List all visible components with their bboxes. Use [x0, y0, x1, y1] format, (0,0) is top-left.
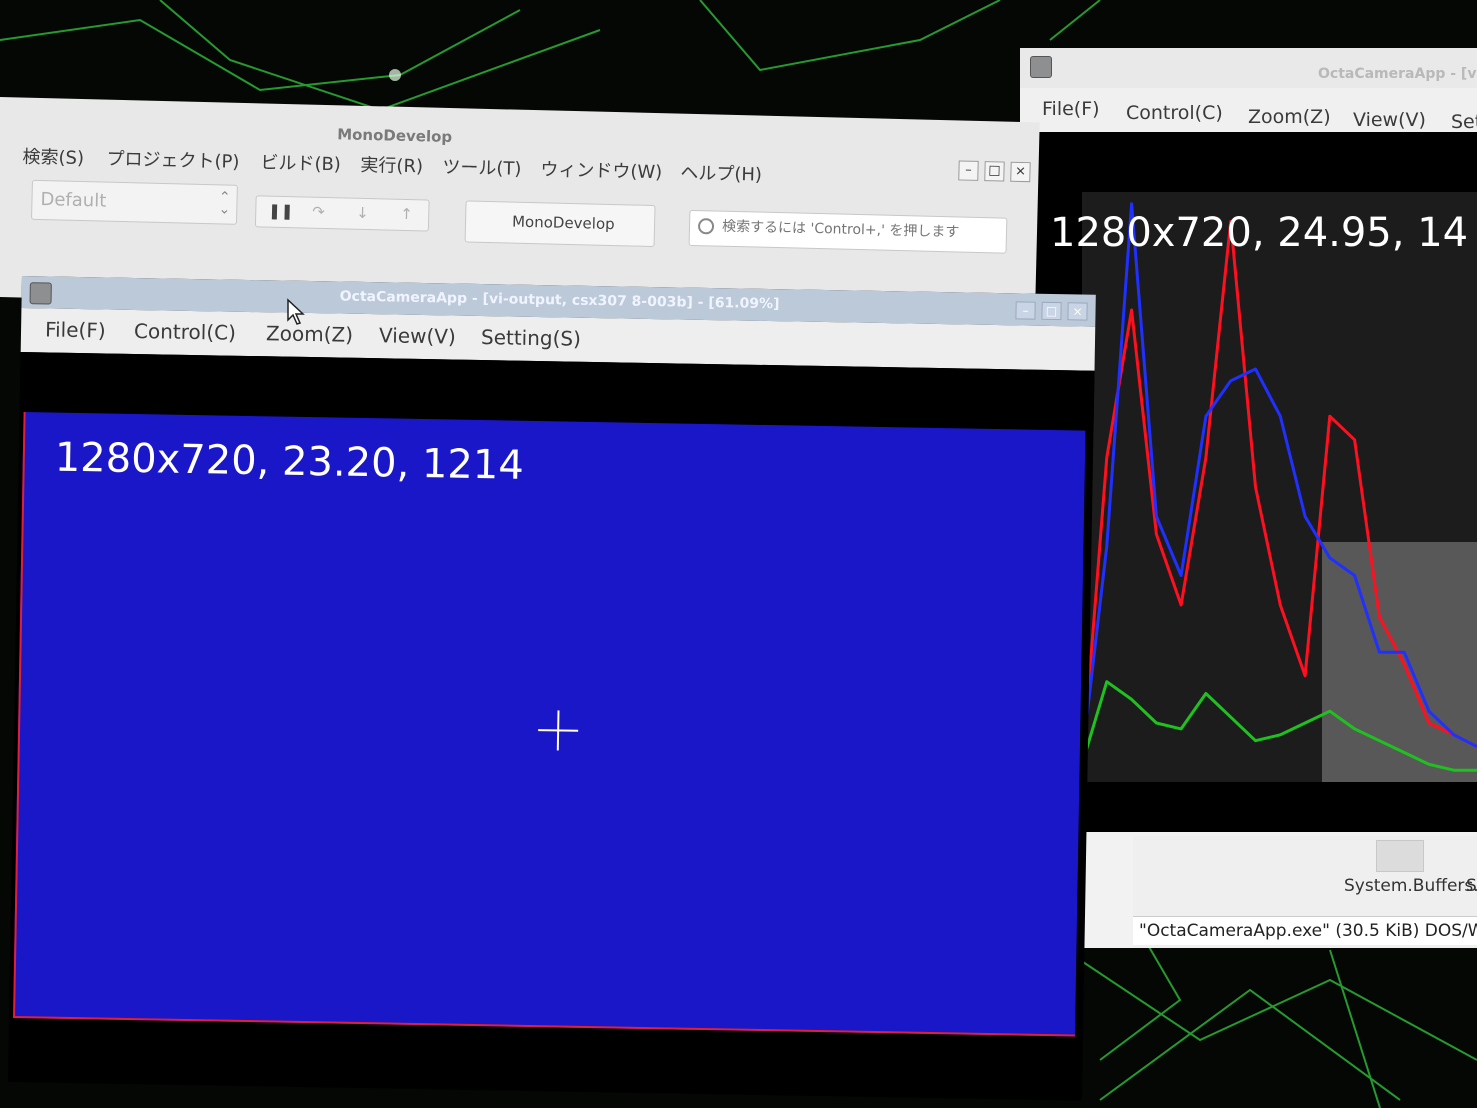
mouse-cursor-icon	[287, 298, 305, 325]
search-icon	[697, 218, 715, 235]
menu-project[interactable]: プロジェクト(P)	[106, 145, 240, 174]
menu-setting[interactable]: Set	[1451, 111, 1477, 133]
window-title: OctaCameraApp - [vi	[1318, 66, 1477, 82]
menu-view[interactable]: View(V)	[1353, 109, 1426, 131]
file-status-bar: "OctaCameraApp.exe" (30.5 KiB) DOS/Wi	[1133, 916, 1477, 945]
menu-window[interactable]: ウィンドウ(W)	[540, 155, 662, 184]
step-out-icon[interactable]: ↑	[400, 205, 413, 223]
search-input[interactable]	[719, 217, 1005, 243]
status-box: MonoDevelop	[464, 200, 656, 248]
file-name-next[interactable]: S	[1466, 876, 1477, 896]
window-title: OctaCameraApp - [vi-output, csx307 8-003…	[339, 288, 780, 313]
search-box[interactable]	[688, 209, 1008, 254]
minimize-button[interactable]: –	[1015, 301, 1036, 320]
menu-build[interactable]: ビルド(B)	[260, 148, 341, 176]
menu-view[interactable]: View(V)	[379, 323, 456, 348]
status-label: MonoDevelop	[511, 212, 615, 234]
pause-icon[interactable]: ❚❚	[268, 202, 294, 221]
crosshair-icon-vertical	[556, 710, 560, 751]
file-icon	[1376, 840, 1424, 872]
close-button[interactable]: ×	[1010, 161, 1031, 183]
menu-zoom[interactable]: Zoom(Z)	[266, 321, 353, 347]
menu-zoom[interactable]: Zoom(Z)	[1248, 106, 1331, 128]
chevron-updown-icon: ⌃ ⌄	[218, 189, 231, 218]
debug-toolbar: ❚❚ ↷ ↓ ↑	[254, 195, 430, 232]
configuration-value: Default	[40, 189, 107, 212]
menu-search[interactable]: 検索(S)	[22, 143, 84, 170]
file-panel: System.Buffers.dll S "OctaCameraApp.exe"…	[1133, 836, 1477, 948]
menu-control[interactable]: Control(C)	[134, 319, 236, 345]
title-bar[interactable]: OctaCameraApp - [vi	[1020, 48, 1477, 88]
menu-run[interactable]: 実行(R)	[360, 151, 423, 179]
video-preview[interactable]: 1280x720, 23.20, 1214	[13, 412, 1086, 1037]
menu-help[interactable]: ヘルプ(H)	[680, 159, 762, 187]
menu-bar: File(F) Control(C) Zoom(Z) View(V) Set	[1020, 88, 1477, 133]
menu-setting[interactable]: Setting(S)	[481, 325, 581, 351]
stats-overlay: 1280x720, 24.95, 14	[1050, 210, 1469, 256]
configuration-select[interactable]: Default ⌃ ⌄	[31, 179, 238, 225]
maximize-button[interactable]: □	[1041, 301, 1062, 321]
histogram-chart	[1082, 192, 1477, 782]
step-over-icon[interactable]: ↷	[312, 203, 325, 221]
close-button[interactable]: ×	[1067, 302, 1088, 321]
file-name[interactable]: System.Buffers.dll	[1344, 876, 1477, 896]
app-icon	[29, 282, 52, 305]
octacamera-window-main[interactable]: OctaCameraApp - [vi-output, csx307 8-003…	[7, 276, 1096, 1101]
menu-file[interactable]: File(F)	[1042, 98, 1100, 120]
step-into-icon[interactable]: ↓	[356, 204, 369, 222]
minimize-button[interactable]: –	[958, 160, 979, 181]
maximize-button[interactable]: □	[984, 161, 1005, 182]
stats-overlay: 1280x720, 23.20, 1214	[54, 434, 525, 489]
window-title: MonoDevelop	[336, 125, 453, 147]
menu-tools[interactable]: ツール(T)	[442, 153, 522, 181]
menu-file[interactable]: File(F)	[45, 317, 106, 342]
menu-control[interactable]: Control(C)	[1126, 102, 1223, 124]
app-icon	[1030, 56, 1052, 78]
